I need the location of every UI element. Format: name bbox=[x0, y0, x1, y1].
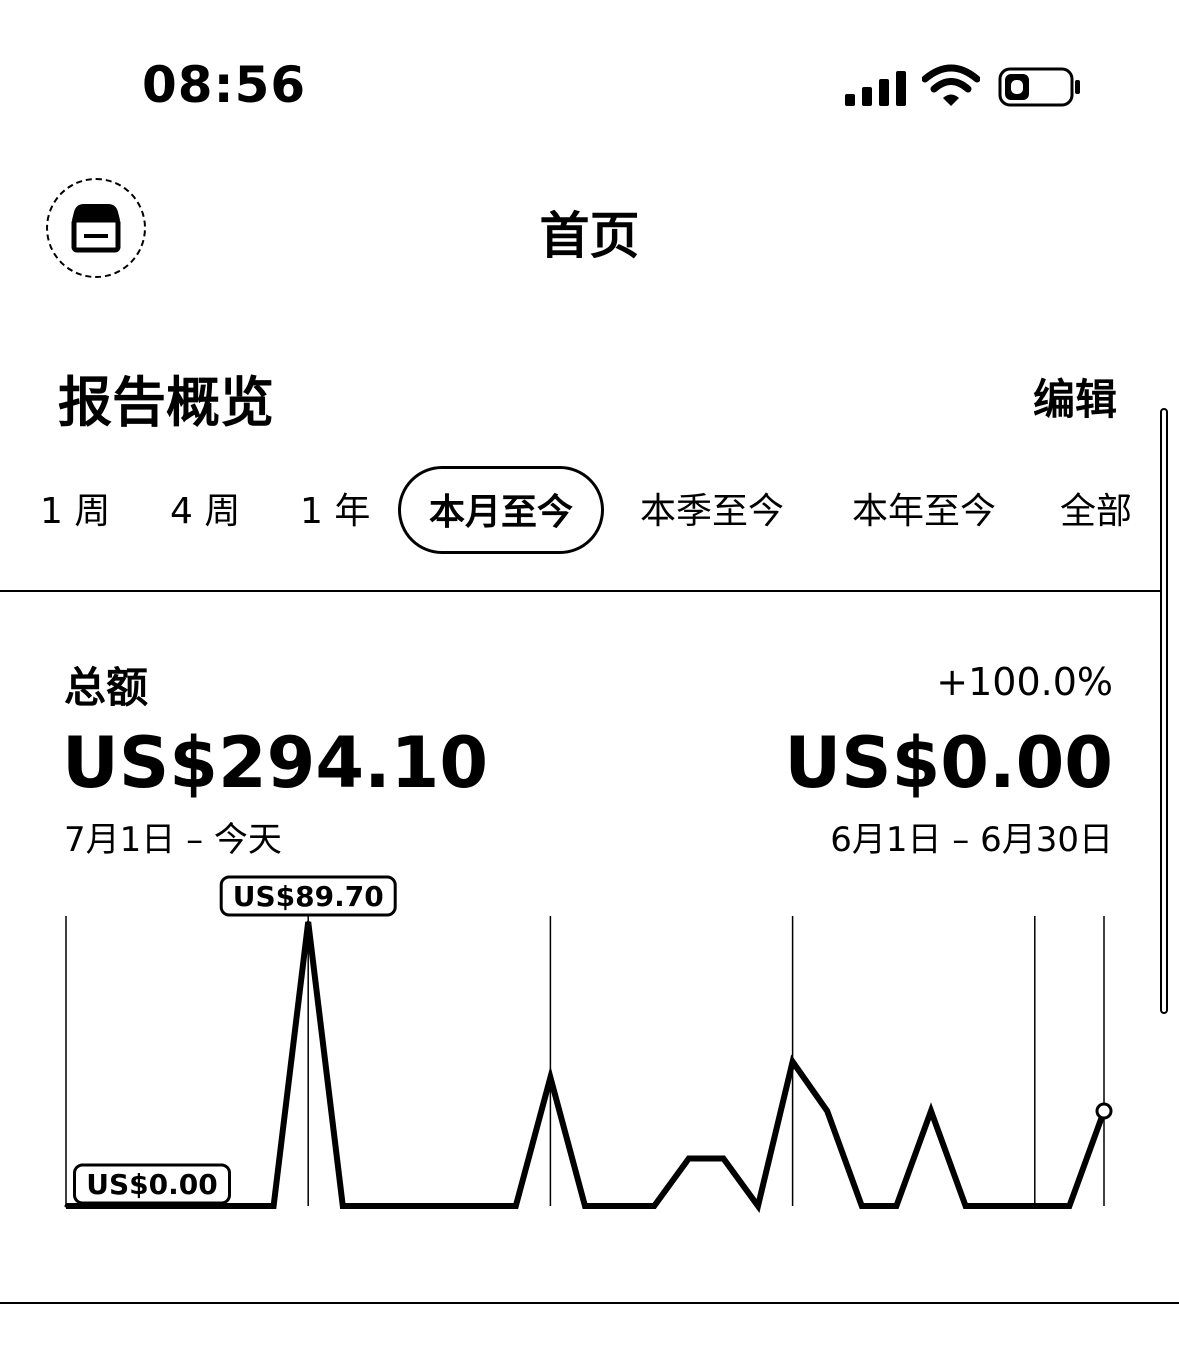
chart-point bbox=[410, 1204, 414, 1208]
total-label: 总额 bbox=[64, 663, 149, 712]
cellular-signal-icon bbox=[845, 71, 906, 106]
chart-point bbox=[64, 1204, 68, 1208]
chart-point bbox=[1033, 1204, 1037, 1208]
chart-point bbox=[479, 1204, 483, 1208]
chart-point bbox=[860, 1204, 864, 1208]
chart-point bbox=[652, 1204, 656, 1208]
chart-point bbox=[1067, 1204, 1071, 1208]
previous-total-amount: US$0.00 bbox=[784, 722, 1113, 804]
chart-point bbox=[272, 1204, 276, 1208]
tab-year-to-date[interactable]: 本年至今 bbox=[852, 464, 996, 560]
divider bbox=[0, 1302, 1179, 1304]
battery-icon bbox=[998, 67, 1080, 107]
chart-min-label: US$0.00 bbox=[86, 1168, 217, 1201]
chart-point bbox=[998, 1204, 1002, 1208]
scrollbar[interactable] bbox=[1160, 408, 1168, 1014]
current-date-range: 7月1日 – 今天 bbox=[64, 820, 282, 860]
chart-point bbox=[168, 1204, 172, 1208]
chart-point bbox=[618, 1204, 622, 1208]
tab-all[interactable]: 全部 bbox=[1060, 464, 1132, 560]
chart-point bbox=[341, 1204, 345, 1208]
section-title: 报告概览 bbox=[58, 371, 274, 434]
current-total-amount: US$294.10 bbox=[62, 722, 489, 804]
period-tabs: 1 周 4 周 1 年 本月至今 本季至今 本年至今 全部 bbox=[0, 464, 1160, 560]
chart-point bbox=[237, 1204, 241, 1208]
edit-button[interactable]: 编辑 bbox=[1033, 366, 1117, 427]
previous-date-range: 6月1日 – 6月30日 bbox=[830, 820, 1113, 860]
chart-point bbox=[1095, 1102, 1113, 1120]
chart-series-line bbox=[66, 921, 1107, 1214]
chart-max-label: US$89.70 bbox=[233, 880, 384, 913]
tab-1-year[interactable]: 1 年 bbox=[300, 464, 370, 560]
chart-point bbox=[791, 1060, 795, 1064]
divider bbox=[0, 590, 1160, 592]
chart-point bbox=[687, 1157, 691, 1161]
sales-line-chart[interactable]: US$89.70 US$0.00 bbox=[0, 870, 1160, 1230]
chart-point bbox=[133, 1204, 137, 1208]
chart-point bbox=[202, 1204, 206, 1208]
tab-month-to-date[interactable]: 本月至今 bbox=[398, 466, 605, 554]
chart-point bbox=[721, 1157, 725, 1161]
chart-point bbox=[894, 1204, 898, 1208]
wifi-icon bbox=[922, 64, 980, 106]
chart-point bbox=[548, 1075, 552, 1079]
change-percentage: +100.0% bbox=[936, 660, 1113, 704]
chart-point bbox=[756, 1204, 760, 1208]
chart-point bbox=[99, 1204, 103, 1208]
chart-point bbox=[583, 1204, 587, 1208]
chart-point bbox=[306, 920, 310, 924]
chart-point bbox=[929, 1109, 933, 1113]
tab-4-weeks[interactable]: 4 周 bbox=[170, 464, 240, 560]
chart-point bbox=[514, 1204, 518, 1208]
chart-point bbox=[964, 1204, 968, 1208]
chart-point bbox=[825, 1109, 829, 1113]
tab-1-week[interactable]: 1 周 bbox=[40, 464, 110, 560]
chart-point bbox=[375, 1204, 379, 1208]
chart-point bbox=[445, 1204, 449, 1208]
tab-quarter-to-date[interactable]: 本季至今 bbox=[640, 464, 784, 560]
page-title: 首页 bbox=[539, 207, 640, 265]
status-time: 08:56 bbox=[142, 56, 307, 114]
